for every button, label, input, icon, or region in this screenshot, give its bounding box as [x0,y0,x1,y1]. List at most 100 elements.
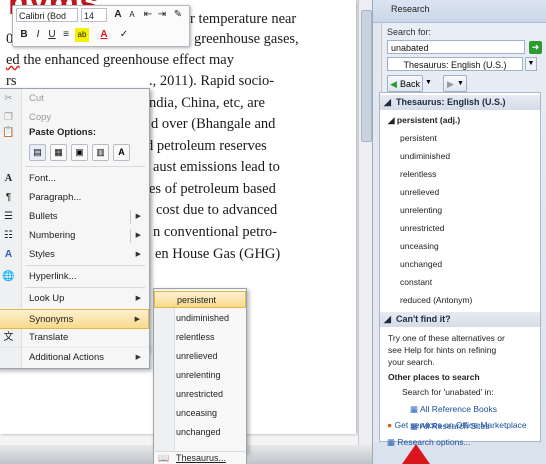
menu-separator [25,287,145,288]
format-painter-icon[interactable]: ✎ [171,8,185,22]
outdent-icon[interactable]: ⇥ [155,8,169,22]
synonym-item[interactable]: unchanged [154,424,246,441]
synonyms-submenu: persistent undiminished relentless unrel… [153,288,247,453]
help-text-line: Try one of these alternatives or [388,333,505,343]
globe-icon: ● [387,420,395,430]
results-list: ◢ Thesaurus: English (U.S.) ◢ persistent … [379,92,541,442]
font-icon: A [4,173,13,184]
paste-text-only-button[interactable]: A [113,144,130,161]
paragraph-icon: ¶ [5,192,12,203]
menu-translate[interactable]: 文 Translate [0,328,149,348]
back-button[interactable]: ◀ Back [387,75,423,92]
font-name-box[interactable]: Calibri (Bod [16,8,78,22]
bullets-icon: ☰ [4,211,13,222]
paste-buttons-row: ▤ ▦ ▣ ▥ A [29,144,139,161]
submenu-arrow-icon: ▶ [135,213,141,220]
help-text-line: your search. [388,357,435,367]
menu-font[interactable]: A Font... [0,169,149,189]
scissors-icon: ✂ [4,93,13,104]
copy-icon: ❐ [4,112,13,123]
font-size-box[interactable]: 14 [81,8,107,22]
research-pane: Research Search for: unabated ➜ Thesauru… [372,0,546,464]
synonym-item[interactable]: undiminished [154,310,246,327]
menu-lookup[interactable]: Look Up ▶ [0,289,149,309]
chevron-down-icon[interactable]: ▼ [525,57,537,71]
paste-picture-button[interactable]: ▣ [71,144,88,161]
synonym-item[interactable]: unrestricted [154,386,246,403]
italic-button[interactable]: I [31,28,45,42]
menu-numbering[interactable]: ☷ Numbering ▶ [0,226,149,246]
scroll-thumb[interactable] [361,10,372,142]
thesaurus-menu-item[interactable]: 📖 Thesaurus... [153,451,247,464]
document-scrollbar[interactable] [358,0,373,464]
bold-button[interactable]: B [17,28,31,42]
font-color-button[interactable]: A [97,28,111,42]
submenu-arrow-icon: ▶ [134,316,140,323]
options-icon: ▦ [387,437,398,447]
menu-separator [25,265,145,266]
reference-source-select[interactable]: Thesaurus: English (U.S.) [387,57,523,71]
synonym-item[interactable]: unrelenting [154,367,246,384]
cant-find-section-header[interactable]: ◢ Can't find it? [380,312,540,327]
menu-paragraph[interactable]: ¶ Paragraph... [0,188,149,208]
menu-hyperlink[interactable]: 🌐 Hyperlink... [0,267,149,287]
clipboard-icon: 📋 [2,127,15,138]
synonym-item[interactable]: relentless [154,329,246,346]
synonym-item[interactable]: persistent [154,291,246,308]
menu-separator [25,166,145,167]
menu-copy[interactable]: ❐ Copy [0,108,149,128]
result-item[interactable]: constant [400,277,432,287]
shrink-font-button[interactable]: A [125,8,139,22]
menu-cut[interactable]: ✂ Cut [0,89,149,109]
menu-bullets[interactable]: ☰ Bullets ▶ [0,207,149,227]
mini-toolbar: Calibri (Bod 14 A A ⇤ ⇥ ✎ B I U ≡ ab A ✓ [12,5,190,47]
menu-synonyms[interactable]: Synonyms ▶ [0,309,149,329]
paste-link-button[interactable]: ▥ [92,144,109,161]
synonym-item[interactable]: unrelieved [154,348,246,365]
menu-styles[interactable]: A Styles ▶ [0,245,149,265]
result-item[interactable]: undiminished [400,151,450,161]
styles-icon[interactable]: ✓ [117,28,131,42]
result-item[interactable]: unrelieved [400,187,439,197]
forward-button[interactable]: ▶ ▼ [443,75,467,92]
center-button[interactable]: ≡ [59,28,73,42]
translate-icon: 文 [3,332,14,343]
result-item[interactable]: unrelenting [400,205,442,215]
globe-link-icon: 🌐 [2,271,15,282]
research-pane-header: Research [373,0,546,23]
thesaurus-icon: 📖 [158,453,170,463]
menu-additional-actions[interactable]: Additional Actions ▶ [0,348,150,369]
underline-button[interactable]: U [45,28,59,42]
grow-font-button[interactable]: A [111,8,125,22]
result-item[interactable]: relentless [400,169,436,179]
submenu-arrow-icon: ▶ [135,354,141,361]
back-dropdown-icon[interactable]: ▼ [425,75,435,92]
search-in-label: Search for 'unabated' in: [402,387,494,397]
submenu-arrow-icon: ▶ [135,251,141,258]
synonym-item[interactable]: unceasing [154,405,246,422]
help-text-line: see Help for hints on refining [388,345,497,355]
result-item[interactable]: persistent [400,133,437,143]
collapse-icon: ◢ [388,115,397,125]
office-marketplace-link[interactable]: ● Get services on Office Marketplace [387,420,546,430]
thesaurus-section-header[interactable]: ◢ Thesaurus: English (U.S.) [380,95,540,110]
paste-keep-source-button[interactable]: ▤ [29,144,46,161]
other-places-heading: Other places to search [388,372,480,382]
head-word[interactable]: ◢ persistent (adj.) [388,115,460,126]
result-item[interactable]: unchanged [400,259,442,269]
result-item[interactable]: unrestricted [400,223,444,233]
start-search-button[interactable]: ➜ [529,41,542,54]
result-item[interactable]: reduced (Antonym) [400,295,472,305]
styles-icon: A [4,249,13,260]
all-reference-books-link[interactable]: ▦ All Reference Books [410,404,497,415]
indent-icon[interactable]: ⇤ [141,8,155,22]
callout-arrow-icon [402,444,430,464]
search-input[interactable]: unabated [387,40,525,54]
highlight-button[interactable]: ab [75,28,89,42]
result-item[interactable]: unceasing [400,241,439,251]
doc-line-3: ed the enhanced greenhouse effect may [6,52,234,68]
back-arrow-icon: ◀ [390,79,397,89]
paste-merge-button[interactable]: ▦ [50,144,67,161]
collapse-icon: ◢ [384,314,391,324]
screenshot-stage: nyms r temperature near 0greenhouse gase… [0,0,546,464]
